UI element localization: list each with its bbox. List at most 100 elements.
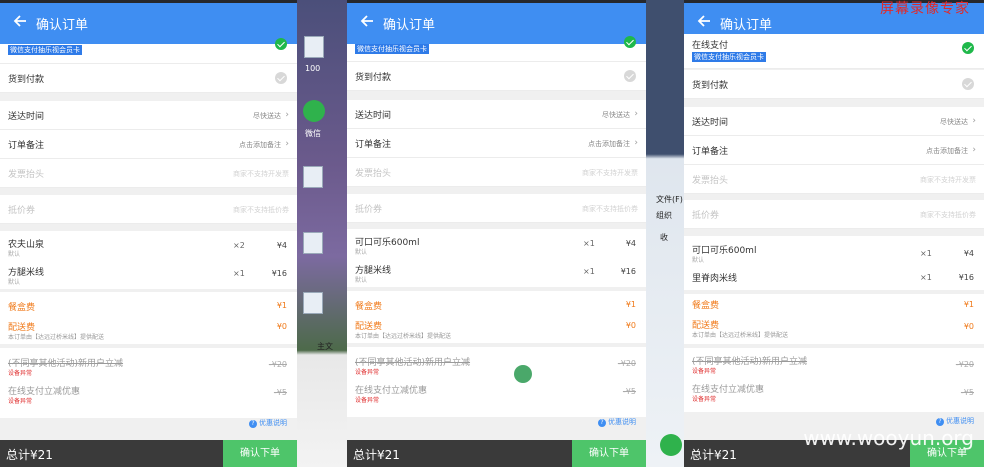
page-title: 确认订单: [720, 18, 773, 33]
delivery-time-row[interactable]: 送达时间 尽快送达 ›: [684, 107, 984, 136]
voucher-label: 抵价券: [355, 205, 383, 215]
online-pay-option[interactable]: 在线支付 微信支付抽乐视会员卡: [684, 34, 984, 69]
invoice-label: 发票抬头: [355, 169, 392, 179]
online-pay-option[interactable]: 微信支付抽乐视会员卡: [0, 38, 297, 64]
invoice-label: 发票抬头: [8, 170, 45, 180]
back-arrow-icon[interactable]: [359, 13, 375, 29]
discount-help-link[interactable]: ? 优惠说明: [936, 416, 974, 426]
delivery-time-label: 送达时间: [692, 118, 729, 128]
box-fee-value: ¥1: [625, 300, 636, 309]
items-section: 可口可乐600ml 默认 ×1 ¥4 方腿米线 默认 ×1 ¥16: [347, 229, 646, 287]
note-value: 点击添加备注: [588, 140, 630, 148]
file-icon: [304, 36, 324, 58]
pay-promo-tag: 微信支付抽乐视会员卡: [8, 45, 82, 55]
order-total: 总计¥21: [690, 448, 737, 462]
cod-label: 货到付款: [8, 75, 45, 85]
promo-error: 设备异常: [8, 398, 33, 405]
online-pay-option[interactable]: 微信支付抽乐视会员卡: [347, 36, 646, 62]
chevron-right-icon: ›: [285, 110, 289, 120]
voucher-value: 商家不支持抵价券: [582, 205, 638, 213]
item-spec: 默认: [355, 249, 368, 256]
note-label: 订单备注: [355, 140, 392, 150]
order-confirm-screen-3: 确认订单 在线支付 微信支付抽乐视会员卡 货到付款 送达时间 尽快送达 › 订单…: [684, 0, 984, 467]
item-qty: ×1: [920, 249, 932, 258]
invoice-row: 发票抬头 商家不支持开发票: [0, 159, 297, 188]
delivery-time-label: 送达时间: [355, 111, 392, 121]
site-watermark: www.wooyun.org: [803, 426, 974, 450]
order-confirm-screen-2: 确认订单 微信支付抽乐视会员卡 货到付款 送达时间 尽快送达 › 订单备注 点击…: [347, 0, 646, 467]
voucher-row: 抵价券 商家不支持抵价券: [0, 195, 297, 224]
voucher-row: 抵价券 商家不支持抵价券: [347, 194, 646, 223]
discount-help-link[interactable]: ? 优惠说明: [249, 418, 287, 428]
back-arrow-icon[interactable]: [12, 13, 28, 29]
fees-section: 餐盒费 ¥1 配送费 本订单由【达远过桥米线】提供配送 ¥0: [347, 291, 646, 343]
chevron-right-icon: ›: [285, 139, 289, 149]
touch-indicator: [514, 365, 532, 383]
spreadsheet-icon: [303, 232, 323, 254]
desktop-background-right: 文件(F) 组织 收: [646, 0, 684, 467]
promo-new-user-value: -¥20: [268, 360, 287, 369]
promotions-section: (不同享其他活动)新用户立减 设备异常 -¥20 在线支付立减优惠 设备异常 -…: [0, 348, 297, 418]
fees-section: 餐盒费 ¥1 配送费 本订单由【达远过桥米线】提供配送 ¥0: [0, 292, 297, 344]
invoice-value: 商家不支持开发票: [582, 169, 638, 177]
cod-option[interactable]: 货到付款: [684, 70, 984, 99]
pay-promo-tag: 微信支付抽乐视会员卡: [692, 52, 766, 62]
unselected-check-icon: [275, 72, 287, 84]
question-icon: ?: [936, 418, 944, 426]
explorer-menu-file: 文件(F): [656, 195, 683, 204]
delivery-time-row[interactable]: 送达时间 尽快送达 ›: [0, 101, 297, 130]
item-qty: ×1: [583, 267, 595, 276]
order-note-row[interactable]: 订单备注 点击添加备注 ›: [684, 136, 984, 165]
desktop-background-left: 100 微信 主文: [297, 0, 347, 467]
item-price: ¥4: [963, 249, 974, 258]
voucher-label: 抵价券: [8, 206, 36, 216]
invoice-label: 发票抬头: [692, 176, 729, 186]
item-price: ¥4: [276, 241, 287, 250]
chevron-right-icon: ›: [972, 145, 976, 155]
delivery-time-label: 送达时间: [8, 112, 45, 122]
recorder-watermark: 屏幕录像专家: [880, 1, 970, 17]
help-label: 优惠说明: [259, 419, 287, 427]
page-title: 确认订单: [383, 18, 436, 33]
delivery-time-value: 尽快送达: [602, 111, 630, 119]
order-confirm-screen-1: 确认订单 微信支付抽乐视会员卡 货到付款 送达时间 尽快送达 › 订单备注 点击…: [0, 0, 297, 467]
voucher-value: 商家不支持抵价券: [233, 206, 289, 214]
checkout-bar: 总计¥21 确认下单: [347, 440, 646, 467]
status-bar: [347, 0, 646, 3]
promo-error: 设备异常: [692, 368, 717, 375]
note-label: 订单备注: [692, 147, 729, 157]
delivery-fee-value: ¥0: [963, 322, 974, 331]
note-value: 点击添加备注: [926, 147, 968, 155]
invoice-row: 发票抬头 商家不支持开发票: [347, 158, 646, 187]
promo-error: 设备异常: [355, 397, 380, 404]
box-fee-label: 餐盒费: [355, 302, 383, 312]
selected-check-icon: [962, 42, 974, 54]
voucher-row: 抵价券 商家不支持抵价券: [684, 200, 984, 229]
checkout-bar: 总计¥21 确认下单: [0, 440, 297, 467]
cod-option[interactable]: 货到付款: [347, 62, 646, 91]
back-arrow-icon[interactable]: [696, 13, 712, 29]
confirm-order-button[interactable]: 确认下单: [223, 440, 297, 467]
desktop-icon-label: 100: [305, 64, 321, 73]
delivery-fee-note: 本订单由【达远过桥米线】提供配送: [355, 333, 452, 340]
item-spec: 默认: [355, 277, 368, 284]
unselected-check-icon: [624, 70, 636, 82]
delivery-time-row[interactable]: 送达时间 尽快送达 ›: [347, 100, 646, 129]
invoice-row: 发票抬头 商家不支持开发票: [684, 165, 984, 194]
item-name: 里脊肉米线: [692, 274, 738, 284]
header-bar: 确认订单: [347, 0, 646, 44]
explorer-menu-organize: 组织: [656, 211, 672, 220]
status-bar: [0, 0, 297, 3]
note-label: 订单备注: [8, 141, 45, 151]
order-note-row[interactable]: 订单备注 点击添加备注 ›: [0, 130, 297, 159]
explorer-favorites: 收: [660, 233, 668, 242]
chevron-right-icon: ›: [634, 109, 638, 119]
confirm-order-button[interactable]: 确认下单: [572, 440, 646, 467]
order-note-row[interactable]: 订单备注 点击添加备注 ›: [347, 129, 646, 158]
discount-help-link[interactable]: ? 优惠说明: [598, 417, 636, 427]
promo-error: 设备异常: [355, 369, 380, 376]
wechat-icon: [303, 100, 325, 122]
item-qty: ×1: [920, 273, 932, 282]
items-section: 可口可乐600ml 默认 ×1 ¥4 里脊肉米线 ×1 ¥16: [684, 236, 984, 290]
cod-option[interactable]: 货到付款: [0, 64, 297, 93]
